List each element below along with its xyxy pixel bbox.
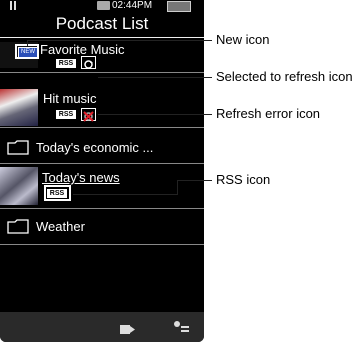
error-icon-leader-line (98, 114, 212, 115)
callout-new-icon: New icon (216, 32, 270, 47)
rss-icon: RSS (56, 110, 76, 119)
list-item-weather[interactable]: Weather (0, 211, 204, 245)
list-item-label: Today's economic ... (36, 140, 154, 155)
bottom-toolbar (0, 312, 204, 342)
podcast-thumbnail (0, 167, 38, 205)
new-icon-callout-box (15, 44, 39, 59)
rss-callout-box (44, 185, 71, 201)
rss-icon-leader-line (73, 194, 177, 195)
list-item-label: Weather (36, 219, 85, 234)
status-time: 02:44PM (112, 0, 153, 11)
refresh-error-icon (81, 108, 96, 122)
podcast-thumbnail (0, 89, 38, 126)
options-icon[interactable] (172, 320, 190, 334)
list-item-label: Today's news (42, 170, 120, 185)
rss-icon-leader-vert (177, 180, 178, 195)
list-item-todays-economic[interactable]: Today's economic ... (0, 131, 204, 164)
list-item-todays-news[interactable]: Today's news RSS (0, 165, 204, 209)
page-title: Podcast List (0, 11, 204, 38)
device-screen: 02:44PM Podcast List Favorite Music RSS … (0, 0, 204, 342)
refresh-icon (81, 56, 96, 69)
callout-refresh-icon: Selected to refresh icon (216, 69, 353, 84)
callout-rss-icon: RSS icon (216, 172, 271, 187)
list-item-hit-music[interactable]: Hit music RSS (0, 89, 204, 128)
folder-icon (7, 219, 29, 234)
list-item-label: Favorite Music (40, 42, 125, 57)
playback-icon[interactable] (120, 322, 136, 334)
pause-icon (10, 1, 16, 10)
rss-icon: RSS (56, 59, 76, 68)
refresh-icon-leader-line (98, 77, 212, 78)
clock-icon (97, 1, 110, 10)
new-icon-leader-tick (27, 40, 28, 46)
list-item-label: Hit music (43, 91, 97, 106)
rss-icon-leader-line-2 (177, 180, 212, 181)
callout-error-icon: Refresh error icon (216, 106, 321, 121)
new-icon-leader-line (27, 40, 212, 41)
folder-icon (7, 140, 29, 155)
